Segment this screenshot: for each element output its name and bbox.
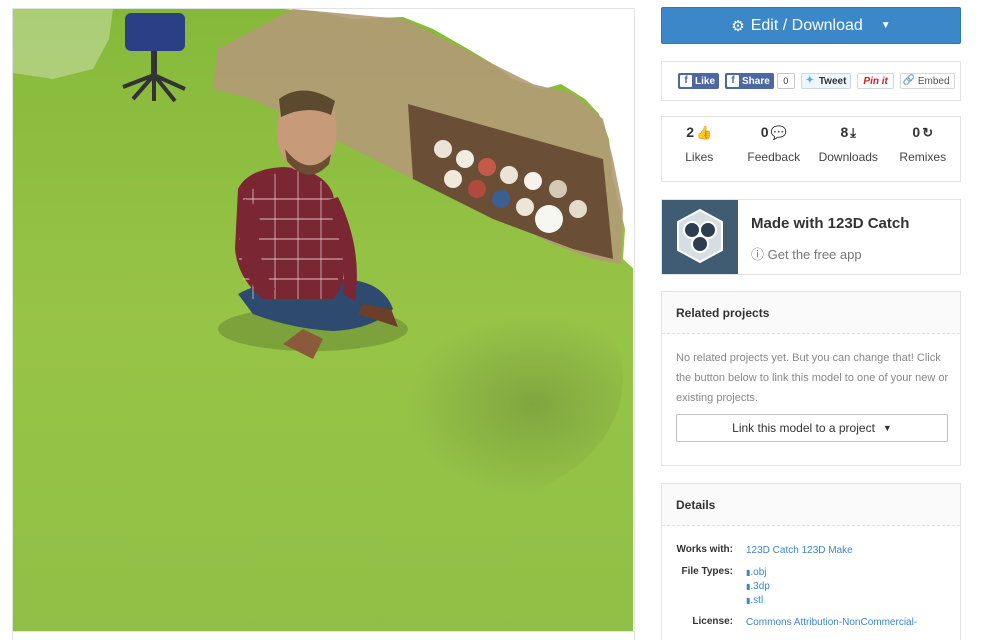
license-value[interactable]: Commons Attribution-NonCommercial-: [746, 616, 917, 630]
related-projects-panel: Related projects No related projects yet…: [661, 291, 961, 466]
works-with-value[interactable]: 123D Catch 123D Make: [746, 544, 853, 558]
remixes-label: Remixes: [899, 150, 947, 164]
related-projects-text: No related projects yet. But you can cha…: [676, 352, 949, 404]
edit-download-label: Edit / Download: [750, 16, 863, 34]
link-model-button[interactable]: Link this model to a project ▼: [676, 414, 948, 442]
file-types-label: File Types:: [681, 566, 734, 577]
info-icon: ⓘ: [751, 247, 765, 262]
embed-button[interactable]: 🔗 Embed: [899, 73, 955, 89]
link-model-label: Link this model to a project: [732, 421, 875, 435]
downloads-label: Downloads: [818, 150, 878, 164]
link-icon: 🔗: [902, 75, 916, 86]
related-projects-title: Related projects: [662, 292, 960, 334]
license-label: License:: [692, 616, 733, 627]
embed-label: Embed: [917, 75, 950, 87]
tweet-label: Tweet: [818, 75, 847, 87]
facebook-icon: f: [680, 75, 692, 87]
share-bar: f Like f Share 0 ✦ Tweet Pin it 🔗 Embed: [661, 61, 961, 101]
model-page: ⚙ Edit / Download ▼ f Like f Share 0 ✦ T…: [0, 0, 997, 640]
stat-likes[interactable]: 2 👍 Likes: [662, 117, 737, 181]
thumbs-up-icon: 👍: [696, 125, 713, 140]
edit-download-button[interactable]: ⚙ Edit / Download ▼: [661, 7, 961, 44]
get-free-app-link[interactable]: ⓘ Get the free app: [751, 244, 909, 263]
pinit-label: Pin it: [863, 75, 888, 87]
caret-down-icon: ▼: [882, 423, 892, 433]
catch-app-logo: [662, 200, 738, 274]
likes-count: 2: [686, 124, 695, 140]
feedback-label: Feedback: [747, 150, 801, 164]
file-types-row: File Types: .obj .3dp .stl: [662, 566, 960, 608]
likes-label: Likes: [685, 150, 714, 164]
stat-feedback[interactable]: 0 💬 Feedback: [737, 117, 812, 181]
works-with-row: Works with: 123D Catch 123D Make: [662, 544, 960, 558]
stats-panel: 2 👍 Likes 0 💬 Feedback 8 ⤓ Downloads 0 ↻ Rem…: [661, 116, 961, 182]
remix-icon: ↻: [922, 125, 934, 140]
twitter-icon: ✦: [805, 75, 814, 86]
feedback-count: 0: [760, 124, 769, 140]
get-free-app-label: Get the free app: [767, 247, 862, 262]
pinit-button[interactable]: Pin it: [857, 73, 894, 89]
catch-title: Made with 123D Catch: [751, 215, 910, 232]
stat-remixes[interactable]: 0 ↻ Remixes: [886, 117, 961, 181]
remixes-count: 0: [912, 124, 921, 140]
facebook-like-button[interactable]: f Like: [678, 73, 720, 89]
gear-icon: ⚙: [731, 17, 745, 35]
like-label: Like: [695, 75, 716, 87]
tweet-button[interactable]: ✦ Tweet: [800, 73, 852, 89]
file-type-obj[interactable]: .obj: [746, 566, 770, 580]
share-label: Share: [742, 75, 770, 87]
details-title: Details: [662, 484, 960, 526]
details-panel: Details Works with: 123D Catch 123D Make…: [661, 483, 961, 640]
facebook-icon: f: [727, 75, 740, 87]
facebook-share-button[interactable]: f Share: [725, 73, 774, 89]
made-with-catch-card[interactable]: Made with 123D Catch ⓘ Get the free app: [661, 199, 961, 275]
sidebar: ⚙ Edit / Download ▼ f Like f Share 0 ✦ T…: [661, 7, 961, 640]
viewer-bottom-edge: [12, 632, 635, 640]
file-type-stl[interactable]: .stl: [746, 594, 770, 608]
download-icon: ⤓: [850, 125, 857, 140]
model-viewer[interactable]: [12, 8, 635, 632]
downloads-count: 8: [840, 124, 849, 140]
file-type-3dp[interactable]: .3dp: [746, 580, 769, 594]
license-row: License: Commons Attribution-NonCommerci…: [662, 616, 960, 630]
stat-downloads[interactable]: 8 ⤓ Downloads: [811, 117, 886, 181]
comment-icon: 💬: [770, 125, 787, 140]
model-render[interactable]: [13, 9, 635, 632]
caret-down-icon: ▼: [880, 20, 891, 31]
share-count: 0: [776, 73, 795, 89]
works-with-label: Works with:: [676, 544, 733, 555]
